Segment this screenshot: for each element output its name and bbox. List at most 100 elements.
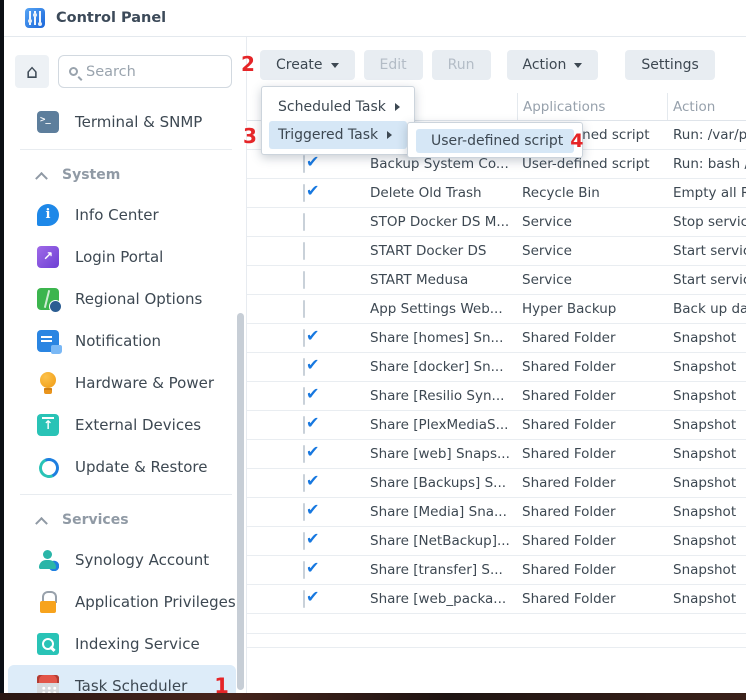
search-box[interactable] [58, 55, 232, 88]
enabled-checkbox[interactable] [303, 271, 305, 289]
action-cell: Snapshot [667, 475, 746, 491]
triggered-task-submenu: User-defined script 4 [407, 122, 583, 158]
home-icon: ⌂ [26, 61, 38, 83]
enabled-checkbox[interactable] [303, 242, 305, 260]
sidebar-item-application-privileges[interactable]: Application Privileges [8, 581, 236, 623]
applications-cell: Shared Folder [517, 475, 667, 491]
sidebar-item-regional-options[interactable]: Regional Options [8, 278, 236, 320]
applications-cell: Shared Folder [517, 504, 667, 520]
submenu-arrow-icon [395, 103, 400, 111]
chevron-up-icon [35, 171, 48, 184]
applications-cell: Service [517, 243, 667, 259]
settings-button[interactable]: Settings [625, 50, 714, 80]
action-cell: Run: bash / [667, 156, 746, 172]
enabled-checkbox[interactable] [303, 213, 305, 231]
table-row[interactable]: Share [web] Snaps... Shared Folder Snaps… [247, 440, 746, 469]
edit-button[interactable]: Edit [364, 50, 423, 80]
sidebar-scrollbar[interactable] [237, 313, 244, 690]
sidebar-item-notification[interactable]: Notification [8, 320, 236, 362]
applications-cell: Shared Folder [517, 417, 667, 433]
applications-cell: Recycle Bin [517, 185, 667, 201]
enabled-checkbox[interactable] [303, 387, 305, 405]
table-row[interactable]: Delete Old Trash Recycle Bin Empty all R [247, 179, 746, 208]
action-cell: Empty all R [667, 185, 746, 201]
action-cell: Snapshot [667, 417, 746, 433]
application-privileges-icon [37, 591, 59, 613]
applications-cell: Shared Folder [517, 446, 667, 462]
sidebar: ⌂ Terminal & SNMP System Info Center Log… [4, 37, 246, 693]
sidebar-section-header-services[interactable]: Services [4, 501, 246, 539]
task-name-cell: Share [web] Snaps... [323, 446, 517, 462]
applications-cell: Shared Folder [517, 562, 667, 578]
action-cell: Run: /var/p [667, 127, 746, 143]
create-button[interactable]: Create [260, 50, 355, 80]
applications-cell: Hyper Backup [517, 301, 667, 317]
table-row[interactable]: Share [Resilio Syn... Shared Folder Snap… [247, 382, 746, 411]
table-row[interactable]: Share [NetBackup]... Shared Folder Snaps… [247, 527, 746, 556]
sidebar-item-login-portal[interactable]: Login Portal [8, 236, 236, 278]
enabled-checkbox[interactable] [303, 474, 305, 492]
sidebar-item-synology-account[interactable]: Synology Account [8, 539, 236, 581]
enabled-checkbox[interactable] [303, 184, 305, 202]
table-row[interactable]: Share [web_packa... Shared Folder Snapsh… [247, 585, 746, 614]
sidebar-item-hardware-power[interactable]: Hardware & Power [8, 362, 236, 404]
table-row[interactable]: App Settings Web... Hyper Backup Back up… [247, 295, 746, 324]
control-panel-icon [25, 8, 45, 28]
table-row[interactable]: Share [docker] Sn... Shared Folder Snaps… [247, 353, 746, 382]
enabled-checkbox[interactable] [303, 503, 305, 521]
enabled-checkbox[interactable] [303, 329, 305, 347]
table-row[interactable]: Share [transfer] S... Shared Folder Snap… [247, 556, 746, 585]
enabled-checkbox[interactable] [303, 561, 305, 579]
task-name-cell: Share [Media] Sna... [323, 504, 517, 520]
task-table: Applications Action User-defined script … [247, 93, 746, 648]
window-title: Control Panel [56, 10, 166, 26]
applications-cell: Shared Folder [517, 359, 667, 375]
update-restore-icon [37, 456, 59, 478]
applications-cell: Shared Folder [517, 388, 667, 404]
task-name-cell: App Settings Web... [323, 301, 517, 317]
table-row[interactable]: Share [PlexMediaS... Shared Folder Snaps… [247, 411, 746, 440]
enabled-checkbox[interactable] [303, 155, 305, 173]
enabled-checkbox[interactable] [303, 445, 305, 463]
applications-cell: Shared Folder [517, 533, 667, 549]
table-row[interactable]: Share [homes] Sn... Shared Folder Snapsh… [247, 324, 746, 353]
column-header-action[interactable]: Action [667, 93, 746, 120]
enabled-checkbox[interactable] [303, 300, 305, 318]
action-cell: Snapshot [667, 562, 746, 578]
task-name-cell: Share [PlexMediaS... [323, 417, 517, 433]
home-button[interactable]: ⌂ [15, 55, 49, 88]
menu-item-scheduled-task[interactable]: Scheduled Task [269, 93, 407, 121]
sidebar-item-external-devices[interactable]: External Devices [8, 404, 236, 446]
menu-item-user-defined-script[interactable]: User-defined script 4 [416, 129, 574, 153]
task-name-cell: Share [docker] Sn... [323, 359, 517, 375]
column-header-applications[interactable]: Applications [517, 93, 667, 120]
sidebar-item-terminal-snmp[interactable]: Terminal & SNMP [8, 101, 236, 143]
enabled-checkbox[interactable] [303, 416, 305, 434]
task-name-cell: Delete Old Trash [323, 185, 517, 201]
table-row[interactable]: Share [Media] Sna... Shared Folder Snaps… [247, 498, 746, 527]
desktop-edge-left [0, 0, 4, 700]
annotation-step-2: 2 [241, 52, 255, 76]
sidebar-item-update-restore[interactable]: Update & Restore [8, 446, 236, 488]
table-row[interactable]: STOP Docker DS M... Service Stop servic [247, 208, 746, 237]
enabled-checkbox[interactable] [303, 532, 305, 550]
indexing-service-icon [37, 633, 59, 655]
action-cell: Snapshot [667, 359, 746, 375]
action-button[interactable]: Action [507, 50, 599, 80]
table-row[interactable]: Share [Backups] S... Shared Folder Snaps… [247, 469, 746, 498]
sidebar-item-indexing-service[interactable]: Indexing Service [8, 623, 236, 665]
run-button[interactable]: Run [432, 50, 491, 80]
sidebar-section-header-system[interactable]: System [4, 156, 246, 194]
task-name-cell: START Medusa [323, 272, 517, 288]
action-cell: Stop servic [667, 214, 746, 230]
enabled-checkbox[interactable] [303, 590, 305, 608]
action-cell: Start servic [667, 243, 746, 259]
action-cell: Snapshot [667, 446, 746, 462]
menu-item-triggered-task[interactable]: Triggered Task [269, 121, 407, 149]
search-input[interactable] [86, 64, 206, 80]
task-name-cell: Share [NetBackup]... [323, 533, 517, 549]
enabled-checkbox[interactable] [303, 358, 305, 376]
sidebar-item-info-center[interactable]: Info Center [8, 194, 236, 236]
table-row[interactable]: START Medusa Service Start servic [247, 266, 746, 295]
table-row[interactable]: START Docker DS Service Start servic [247, 237, 746, 266]
